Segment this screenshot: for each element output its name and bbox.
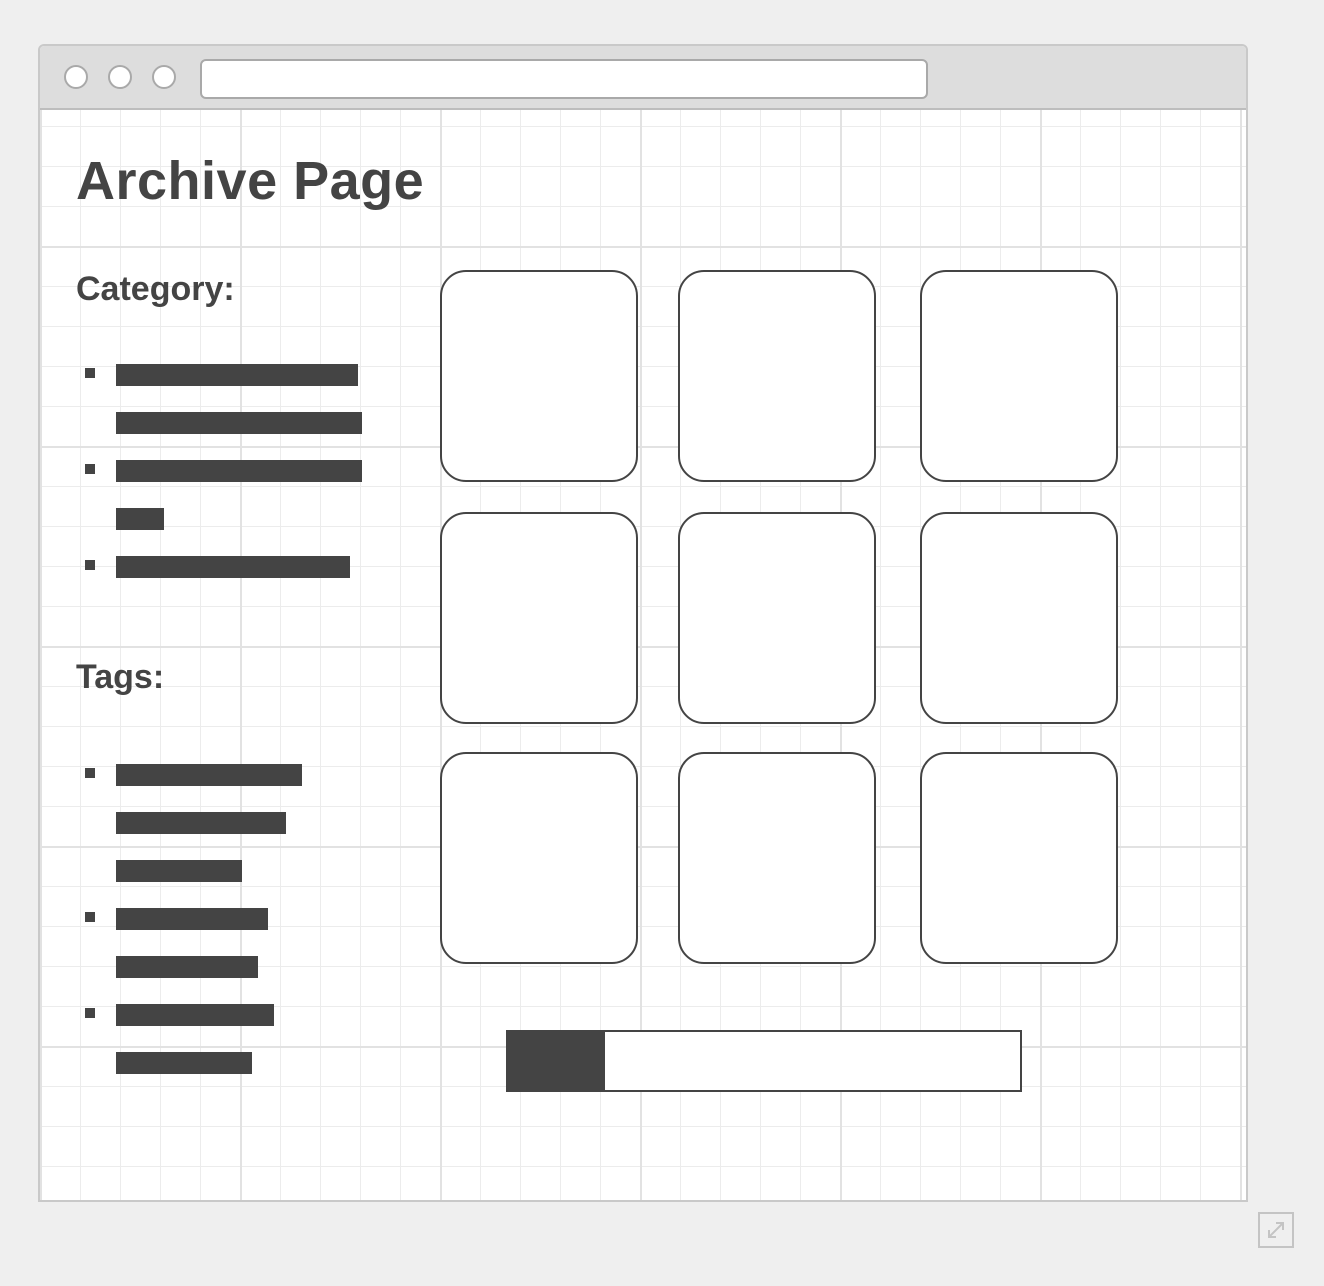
window-minimize-button[interactable] xyxy=(108,65,132,89)
archive-card[interactable] xyxy=(678,752,876,964)
list-bullet xyxy=(85,464,95,474)
archive-card[interactable] xyxy=(920,512,1118,724)
list-bullet xyxy=(85,1008,95,1018)
tag-link[interactable] xyxy=(116,764,302,786)
tag-link[interactable] xyxy=(116,1004,274,1026)
category-link[interactable] xyxy=(116,364,358,386)
archive-card[interactable] xyxy=(678,512,876,724)
window-maximize-button[interactable] xyxy=(152,65,176,89)
page-title: Archive Page xyxy=(76,151,425,211)
archive-card[interactable] xyxy=(920,752,1118,964)
list-bullet xyxy=(85,560,95,570)
archive-card[interactable] xyxy=(440,752,638,964)
archive-card[interactable] xyxy=(678,270,876,482)
page-canvas: Archive Page Category: Tags: xyxy=(40,110,1246,1200)
category-link[interactable] xyxy=(116,556,350,578)
browser-titlebar xyxy=(40,46,1246,110)
address-bar[interactable] xyxy=(200,59,928,99)
tag-link[interactable] xyxy=(116,1052,252,1074)
tag-link[interactable] xyxy=(116,812,286,834)
archive-card[interactable] xyxy=(440,270,638,482)
expand-icon[interactable] xyxy=(1258,1212,1294,1248)
tag-link[interactable] xyxy=(116,908,268,930)
category-link[interactable] xyxy=(116,412,362,434)
pagination-bar[interactable] xyxy=(506,1030,1022,1092)
list-bullet xyxy=(85,912,95,922)
list-bullet xyxy=(85,368,95,378)
list-bullet xyxy=(85,768,95,778)
category-link[interactable] xyxy=(116,460,362,482)
window-close-button[interactable] xyxy=(64,65,88,89)
archive-card[interactable] xyxy=(440,512,638,724)
category-link[interactable] xyxy=(116,508,164,530)
browser-window: Archive Page Category: Tags: xyxy=(38,44,1248,1202)
tags-heading: Tags: xyxy=(76,658,165,696)
tag-link[interactable] xyxy=(116,956,258,978)
pagination-current-segment[interactable] xyxy=(508,1032,606,1090)
archive-card[interactable] xyxy=(920,270,1118,482)
category-heading: Category: xyxy=(76,270,235,308)
tag-link[interactable] xyxy=(116,860,242,882)
